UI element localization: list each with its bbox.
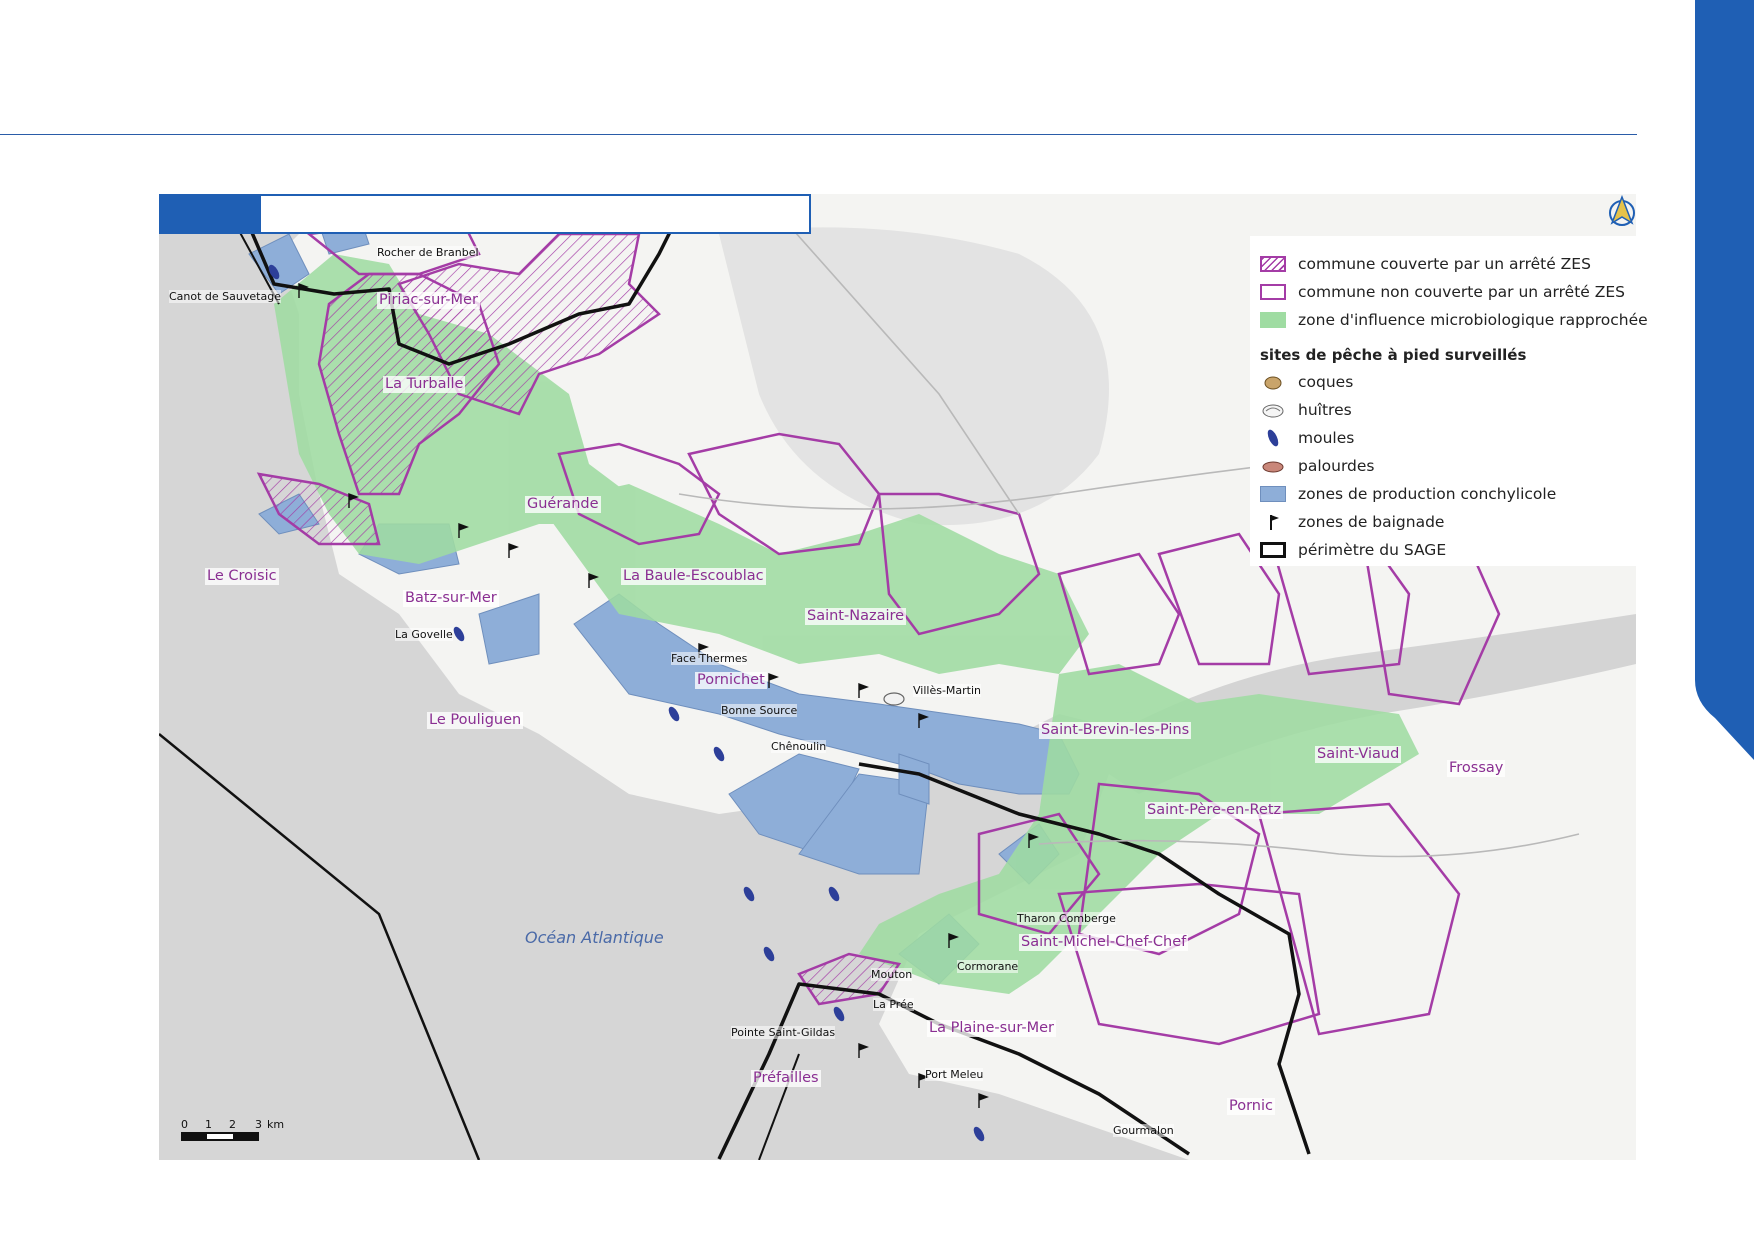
site-label: Villès-Martin	[913, 684, 982, 697]
commune-label: Préfailles	[751, 1070, 821, 1087]
site-label: Rocher de Branbel	[377, 246, 479, 259]
legend-row-cockles: coques	[1260, 370, 1353, 394]
outline-swatch	[1260, 284, 1286, 300]
black-outline-swatch	[1260, 542, 1286, 558]
scale-tick: 0	[181, 1118, 188, 1131]
legend-row-mussels: moules	[1260, 426, 1354, 450]
scale-tick: 1	[205, 1118, 212, 1131]
commune-label: La Turballe	[383, 376, 466, 393]
flag-icon	[1270, 515, 1279, 530]
commune-label: Batz-sur-Mer	[403, 590, 499, 607]
site-label: La Govelle	[395, 628, 453, 641]
legend-label: commune non couverte par un arrêté ZES	[1298, 283, 1625, 301]
commune-label: Le Pouliguen	[427, 712, 524, 729]
mussel-icon	[1267, 429, 1279, 447]
commune-label: Saint-Michel-Chef-Chef	[1019, 934, 1189, 951]
ocean-label: Océan Atlantique	[525, 928, 664, 947]
map-legend: commune couverte par un arrêté ZES commu…	[1250, 236, 1648, 566]
legend-row-zes: commune couverte par un arrêté ZES	[1260, 252, 1591, 276]
site-label: Gourmalon	[1113, 1124, 1174, 1137]
commune-label: Pornichet	[695, 672, 767, 689]
site-label: Canot de Sauvetage	[169, 290, 281, 303]
site-label: Pointe Saint-Gildas	[731, 1026, 836, 1039]
site-label: Cormorane	[957, 960, 1019, 973]
cockle-icon	[1264, 376, 1282, 390]
legend-label: huîtres	[1298, 401, 1352, 419]
clam-icon	[1262, 461, 1284, 473]
oyster-site	[883, 692, 905, 706]
commune-label: Saint-Brevin-les-Pins	[1039, 722, 1192, 739]
legend-row-shellfish-zones: zones de production conchylicole	[1260, 482, 1556, 506]
legend-label: moules	[1298, 429, 1355, 447]
commune-label: Piriac-sur-Mer	[377, 292, 480, 309]
commune-label: Saint-Viaud	[1315, 746, 1402, 763]
scale-unit: km	[267, 1118, 285, 1131]
commune-label: Saint-Nazaire	[805, 608, 907, 625]
legend-label: commune couverte par un arrêté ZES	[1298, 255, 1591, 273]
legend-row-clams: palourdes	[1260, 454, 1375, 478]
legend-row-sage: périmètre du SAGE	[1260, 538, 1446, 562]
site-label: Port Meleu	[925, 1068, 984, 1081]
site-label: Bonne Source	[721, 704, 798, 717]
scale-tick: 3	[255, 1118, 262, 1131]
green-swatch	[1260, 312, 1286, 328]
commune-label: Saint-Père-en-Retz	[1145, 802, 1284, 819]
site-label: Mouton	[871, 968, 913, 981]
legend-row-oysters: huîtres	[1260, 398, 1352, 422]
commune-label: Pornic	[1227, 1098, 1275, 1115]
legend-label: zone d'influence microbiologique rapproc…	[1298, 311, 1648, 329]
legend-label: zones de baignade	[1298, 513, 1445, 531]
legend-label: zones de production conchylicole	[1298, 485, 1557, 503]
commune-label: La Plaine-sur-Mer	[927, 1020, 1057, 1037]
side-tab	[1695, 0, 1754, 760]
blue-swatch	[1260, 486, 1286, 502]
north-arrow-icon	[1609, 195, 1635, 226]
commune-label: Frossay	[1447, 760, 1506, 777]
map-caption-tag	[161, 196, 261, 232]
legend-label: coques	[1298, 373, 1354, 391]
scale-bar: 0 1 2 3 km	[181, 1118, 285, 1146]
commune-label: Guérande	[525, 496, 601, 513]
legend-label: périmètre du SAGE	[1298, 541, 1447, 559]
scale-bar-graphic	[181, 1132, 259, 1141]
oyster-icon	[1262, 404, 1284, 418]
legend-label: palourdes	[1298, 457, 1375, 475]
site-label: Chênoulin	[771, 740, 827, 753]
site-label: Face Thermes	[671, 652, 748, 665]
site-label: La Prée	[873, 998, 914, 1011]
site-label: Tharon Comberge	[1017, 912, 1116, 925]
legend-row-bathing: zones de baignade	[1260, 510, 1444, 534]
commune-label: Le Croisic	[205, 568, 279, 585]
scale-tick: 2	[229, 1118, 236, 1131]
legend-sites-title: sites de pêche à pied surveillés	[1260, 346, 1527, 364]
legend-row-non-zes: commune non couverte par un arrêté ZES	[1260, 280, 1625, 304]
header-rule	[0, 134, 1637, 135]
hatch-swatch	[1260, 256, 1286, 272]
map-caption-box	[159, 194, 811, 234]
commune-label: La Baule-Escoublac	[621, 568, 766, 585]
legend-row-influence: zone d'influence microbiologique rapproc…	[1260, 308, 1648, 332]
